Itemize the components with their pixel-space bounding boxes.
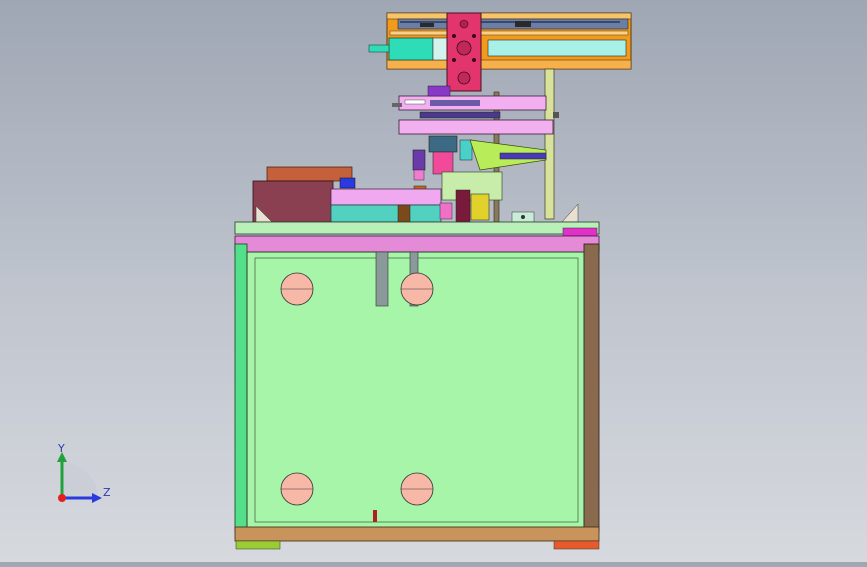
support-post[interactable] [544,68,555,220]
cad-viewport[interactable] [0,0,867,562]
stepper-motor[interactable] [368,37,448,61]
machine-assembly-model[interactable] [0,0,867,562]
coordinate-triad-icon: Y Z [50,440,120,510]
z-axis-label: Z [103,486,111,499]
slide-carriage[interactable] [446,12,482,92]
pink-bracket-assembly[interactable] [392,85,559,135]
y-axis-label: Y [58,442,65,455]
